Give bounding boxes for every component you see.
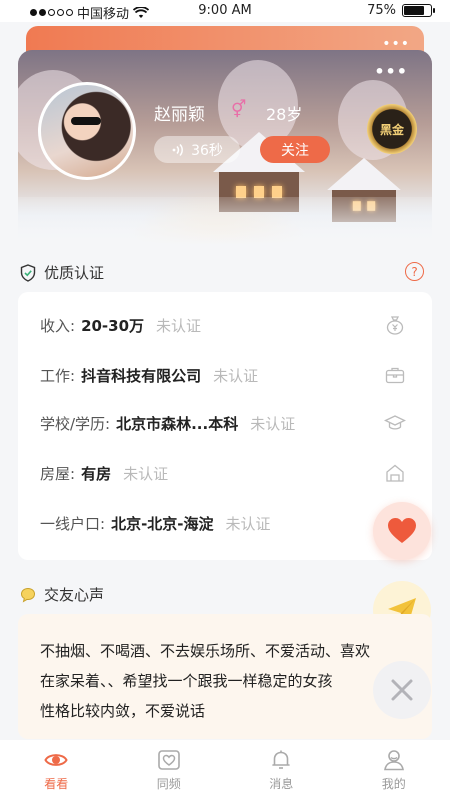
- verify-row-work[interactable]: 工作: 抖音科技有限公司 未认证: [40, 360, 410, 390]
- shield-check-icon: [20, 263, 36, 282]
- row-value: 有房: [81, 464, 112, 483]
- tab-label: 看看: [44, 777, 69, 791]
- follow-button[interactable]: 关注: [260, 136, 330, 163]
- speech-bubble-icon: [20, 587, 36, 603]
- money-bag-icon: [386, 316, 404, 335]
- bell-icon: [272, 750, 291, 769]
- graduation-cap-icon: [384, 415, 406, 430]
- tab-messages[interactable]: 消息: [225, 740, 338, 800]
- profile-name: 赵丽颖: [154, 105, 205, 125]
- verify-row-income[interactable]: 收入: 20-30万 未认证: [40, 310, 410, 340]
- tab-label: 我的: [381, 777, 406, 791]
- heart-icon: [388, 518, 416, 543]
- verification-title: 优质认证: [44, 264, 105, 282]
- verification-list: 收入: 20-30万 未认证 工作: 抖音科技有限公司 未认证 学校/学历: 北…: [18, 292, 432, 560]
- avatar[interactable]: [38, 82, 136, 180]
- house-icon: [386, 464, 404, 482]
- verify-row-hukou[interactable]: 一线户口: 北京-北京-海淀 未认证: [40, 508, 410, 538]
- heart-frame-icon: [157, 750, 180, 770]
- tab-tongpin[interactable]: 同频: [113, 740, 226, 800]
- tab-label: 同频: [156, 777, 181, 791]
- bottom-tab-bar: 看看 同频 消息 我的: [0, 740, 450, 800]
- dismiss-button[interactable]: [373, 661, 431, 719]
- verification-header: 优质认证: [20, 262, 104, 283]
- battery-icon: [402, 4, 435, 17]
- vip-badge: 黑金: [367, 104, 417, 154]
- row-value: 北京市森林...本科: [116, 414, 239, 433]
- row-label: 收入:: [40, 316, 76, 335]
- gender-icon: ⚥: [231, 100, 247, 120]
- row-status: 未认证: [213, 366, 259, 385]
- status-bar: 中国移动 9:00 AM 75%: [0, 0, 450, 22]
- row-value: 抖音科技有限公司: [81, 366, 202, 385]
- row-label: 学校/学历:: [40, 414, 111, 433]
- row-status: 未认证: [250, 414, 296, 433]
- voice-intro-button[interactable]: 36秒: [154, 136, 240, 163]
- voice-duration: 36秒: [191, 142, 223, 159]
- more-options-icon[interactable]: •••: [374, 62, 408, 81]
- row-label: 一线户口:: [40, 514, 106, 533]
- row-value: 北京-北京-海淀: [111, 514, 214, 533]
- bio-title: 交友心声: [44, 586, 105, 604]
- user-icon: [383, 750, 404, 771]
- tab-label: 消息: [269, 777, 294, 791]
- row-label: 房屋:: [40, 464, 76, 483]
- help-icon[interactable]: ?: [405, 262, 424, 281]
- battery-level: [404, 6, 424, 15]
- tab-mine[interactable]: 我的: [338, 740, 450, 800]
- profile-age: 28岁: [266, 105, 303, 124]
- bio-text: 不抽烟、不喝酒、不去娱乐场所、不爱活动、喜欢 在家呆着、、希望找一个跟我一样稳定…: [40, 642, 371, 720]
- bio-header: 交友心声: [20, 584, 104, 605]
- row-label: 工作:: [40, 366, 76, 385]
- row-status: 未认证: [123, 464, 169, 483]
- row-value: 20-30万: [81, 316, 145, 335]
- battery-info: 75%: [367, 3, 435, 18]
- verify-row-education[interactable]: 学校/学历: 北京市森林...本科 未认证: [40, 408, 410, 438]
- eye-icon: [44, 754, 68, 766]
- verify-row-house[interactable]: 房屋: 有房 未认证: [40, 458, 410, 488]
- like-button[interactable]: [373, 502, 431, 560]
- briefcase-icon: [385, 367, 405, 384]
- sound-wave-icon: [172, 143, 184, 156]
- close-icon: [391, 679, 413, 701]
- tab-kankan[interactable]: 看看: [0, 740, 113, 800]
- row-status: 未认证: [156, 316, 202, 335]
- battery-percent: 75%: [367, 3, 396, 18]
- bio-card: 不抽烟、不喝酒、不去娱乐场所、不爱活动、喜欢 在家呆着、、希望找一个跟我一样稳定…: [18, 614, 432, 739]
- row-status: 未认证: [225, 514, 271, 533]
